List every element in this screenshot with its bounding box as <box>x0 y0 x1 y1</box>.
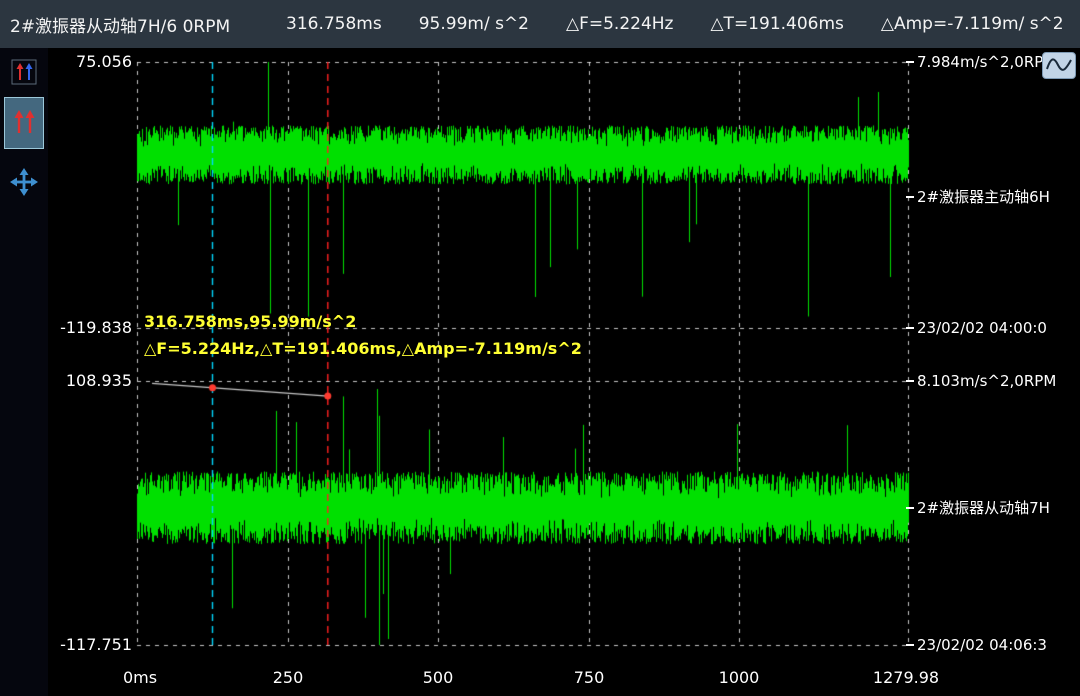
x-tick-label-250: 250 <box>273 668 304 687</box>
right-label-text: 23/02/02 04:00:0 <box>917 318 1047 338</box>
axis-label-ch1-min: -119.838 <box>48 318 132 338</box>
right-label-text: 8.103m/s^2,0RPM <box>917 371 1056 391</box>
cursor-time-readout: 316.758ms <box>286 14 382 34</box>
right-label-text: 7.984m/s^2,0RPM <box>917 52 1056 72</box>
double-cursor-icon <box>10 107 38 140</box>
cursor-annotation-line2: △F=5.224Hz,△T=191.406ms,△Amp=-7.119m/s^2 <box>144 335 582 362</box>
right-label-ch2-scale: 8.103m/s^2,0RPM <box>906 371 1056 391</box>
axis-tick <box>906 196 914 198</box>
single-cursor-tool-button[interactable] <box>4 55 44 91</box>
x-tick-label-500: 500 <box>423 668 454 687</box>
right-label-text: 2#激振器主动轴6H <box>917 187 1050 207</box>
single-cursor-icon <box>11 59 37 88</box>
cursor-annotation: 316.758ms,95.99m/s^2 △F=5.224Hz,△T=191.4… <box>144 308 582 362</box>
axis-tick <box>906 644 914 646</box>
chart-area: 75.056 -119.838 108.935 -117.751 7.984m/… <box>48 48 1080 696</box>
axis-tick <box>906 327 914 329</box>
axis-label-ch2-min: -117.751 <box>48 635 132 655</box>
double-cursor-tool-button[interactable] <box>4 97 44 149</box>
x-tick-label-0: 0ms <box>123 668 157 687</box>
delta-time-readout: △T=191.406ms <box>710 14 843 34</box>
axis-tick <box>906 61 914 63</box>
right-label-ch1-timestamp: 23/02/02 04:00:0 <box>906 318 1047 338</box>
delta-amplitude-readout: △Amp=-7.119m/ s^2 <box>881 14 1064 34</box>
pan-tool-button[interactable] <box>4 165 44 201</box>
axis-label-ch1-max: 75.056 <box>48 52 132 72</box>
axis-tick <box>906 507 914 509</box>
right-label-ch1-scale: 7.984m/s^2,0RPM <box>906 52 1056 72</box>
axis-label-ch2-max: 108.935 <box>48 371 132 391</box>
axis-tick <box>906 380 914 382</box>
right-label-ch2-timestamp: 23/02/02 04:06:3 <box>906 635 1047 655</box>
x-tick-label-750: 750 <box>574 668 605 687</box>
right-label-text: 23/02/02 04:06:3 <box>917 635 1047 655</box>
status-bar: 2#激振器从动轴7H/6 0RPM 316.758ms 95.99m/ s^2 … <box>0 0 1080 48</box>
delta-frequency-readout: △F=5.224Hz <box>566 14 673 34</box>
waveform-view-button[interactable] <box>1042 52 1076 79</box>
cursor-annotation-line1: 316.758ms,95.99m/s^2 <box>144 308 582 335</box>
right-label-text: 2#激振器从动轴7H <box>917 498 1050 518</box>
channel-title: 2#激振器从动轴7H/6 0RPM <box>10 12 286 37</box>
sine-wave-icon <box>1045 54 1073 77</box>
move-arrows-icon <box>9 167 39 200</box>
cursor-amplitude-readout: 95.99m/ s^2 <box>419 14 529 34</box>
tool-sidebar <box>0 48 48 696</box>
x-tick-label-1000: 1000 <box>719 668 760 687</box>
right-label-ch1-name: 2#激振器主动轴6H <box>906 187 1050 207</box>
right-label-ch2-name: 2#激振器从动轴7H <box>906 498 1050 518</box>
vibration-analyzer-window: 2#激振器从动轴7H/6 0RPM 316.758ms 95.99m/ s^2 … <box>0 0 1080 696</box>
x-tick-label-end: 1279.98 <box>873 668 939 687</box>
